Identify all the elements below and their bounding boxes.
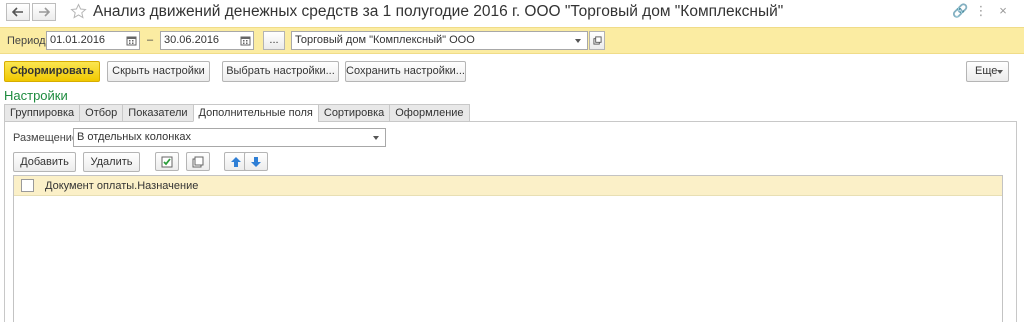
period-label: Период: xyxy=(7,35,49,47)
tab-additional-fields[interactable]: Дополнительные поля xyxy=(192,104,318,122)
settings-title: Настройки xyxy=(4,88,68,103)
forward-button[interactable] xyxy=(32,3,56,21)
table-row[interactable]: Документ оплаты.Назначение xyxy=(14,176,1002,196)
chevron-down-icon[interactable] xyxy=(373,136,379,140)
select-period-button[interactable]: ... xyxy=(263,31,285,50)
uncheck-all-button[interactable] xyxy=(186,152,210,171)
delete-button[interactable]: Удалить xyxy=(83,152,140,172)
move-down-button[interactable] xyxy=(244,152,268,171)
chevron-down-icon xyxy=(997,70,1003,74)
arrow-left-icon xyxy=(12,7,23,17)
tab-grouping[interactable]: Группировка xyxy=(4,104,80,122)
check-all-button[interactable] xyxy=(155,152,179,171)
arrow-down-icon xyxy=(251,157,261,167)
organization-field[interactable]: Торговый дом "Комплексный" ООО xyxy=(291,31,588,50)
row-checkbox[interactable] xyxy=(21,179,34,192)
select-settings-button[interactable]: Выбрать настройки... xyxy=(222,61,339,82)
window-title: Анализ движений денежных средств за 1 по… xyxy=(93,3,784,20)
arrow-up-icon xyxy=(231,157,241,167)
open-organization-button[interactable] xyxy=(589,31,605,50)
generate-button[interactable]: Сформировать xyxy=(4,61,100,82)
tab-indicators[interactable]: Показатели xyxy=(122,104,193,122)
tab-sorting[interactable]: Сортировка xyxy=(317,104,390,122)
check-all-icon xyxy=(161,156,173,168)
close-icon[interactable]: × xyxy=(996,4,1010,18)
period-dash: – xyxy=(147,34,154,46)
hide-settings-button[interactable]: Скрыть настройки xyxy=(107,61,210,82)
chevron-down-icon[interactable] xyxy=(575,39,581,43)
more-button[interactable]: Еще xyxy=(966,61,1009,82)
copy-icon xyxy=(192,156,204,168)
calendar-icon[interactable] xyxy=(126,35,137,46)
placement-value: В отдельных колонках xyxy=(77,131,192,143)
date-from-field[interactable]: 01.01.2016 xyxy=(46,31,140,50)
open-icon xyxy=(592,36,602,45)
arrow-right-icon xyxy=(39,7,50,17)
period-bar: Период: 01.01.2016 – 30.06.2016 ... Торг… xyxy=(0,27,1024,54)
save-settings-button[interactable]: Сохранить настройки... xyxy=(345,61,466,82)
star-icon[interactable] xyxy=(70,3,87,20)
tab-filter[interactable]: Отбор xyxy=(79,104,123,122)
placement-label: Размещение: xyxy=(13,132,82,144)
more-label: Еще xyxy=(975,65,998,77)
date-to-field[interactable]: 30.06.2016 xyxy=(160,31,254,50)
row-field-name: Документ оплаты.Назначение xyxy=(45,180,199,192)
placement-select[interactable]: В отдельных колонках xyxy=(73,128,386,147)
back-button[interactable] xyxy=(6,3,30,21)
date-from-value: 01.01.2016 xyxy=(50,34,106,46)
add-button[interactable]: Добавить xyxy=(13,152,76,172)
calendar-icon[interactable] xyxy=(240,35,251,46)
fields-table: Документ оплаты.Назначение xyxy=(13,175,1003,322)
tab-design[interactable]: Оформление xyxy=(389,104,470,122)
organization-value: Торговый дом "Комплексный" ООО xyxy=(295,34,475,46)
settings-tabs: Группировка Отбор Показатели Дополнитель… xyxy=(4,104,470,122)
date-to-value: 30.06.2016 xyxy=(164,34,220,46)
menu-icon[interactable]: ⋮ xyxy=(974,4,988,18)
title-bar: Анализ движений денежных средств за 1 по… xyxy=(0,0,1024,26)
link-icon[interactable]: 🔗 xyxy=(952,4,968,18)
